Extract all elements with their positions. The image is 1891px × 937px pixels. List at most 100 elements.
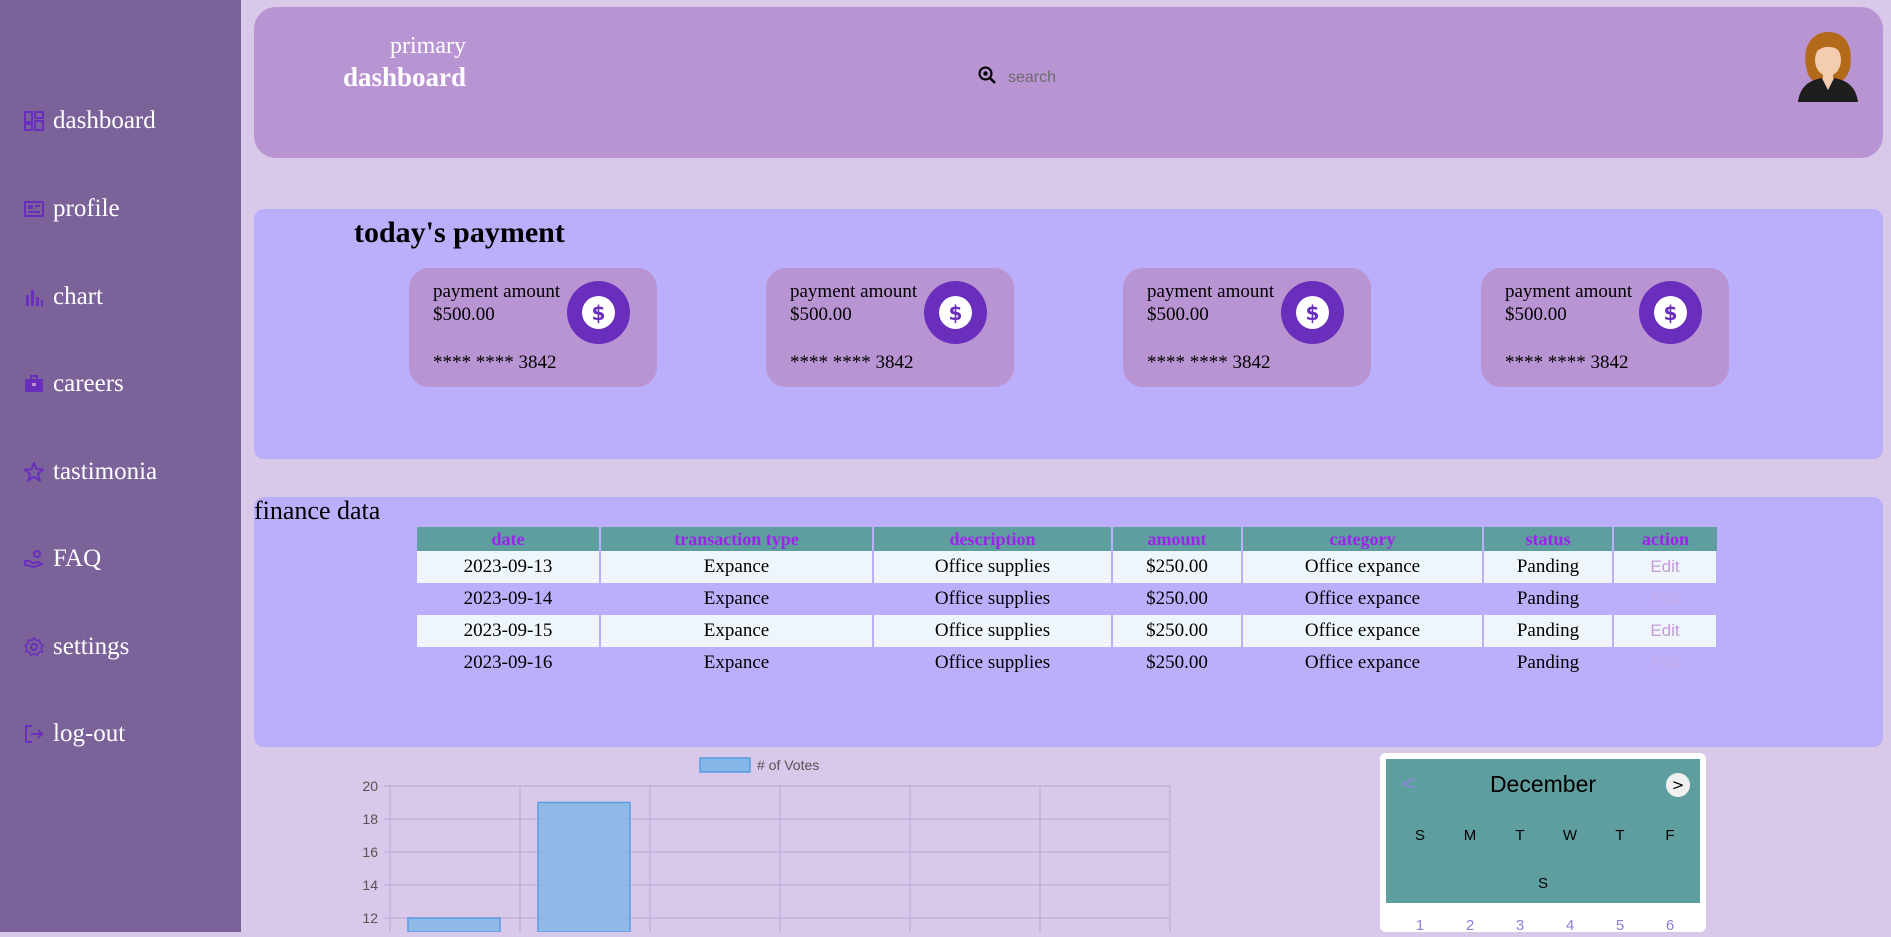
sidebar-item-profile[interactable]: profile xyxy=(24,195,120,223)
finance-panel: finance data date transaction type descr… xyxy=(254,496,1883,747)
table-row: 2023-09-16 Expance Office supplies $250.… xyxy=(417,647,1718,679)
cell-category: Office expance xyxy=(1242,583,1484,615)
sidebar-item-faq[interactable]: FAQ xyxy=(24,545,101,573)
card-number: **** **** 3842 xyxy=(790,352,914,373)
star-icon xyxy=(24,462,44,482)
cell-status: Panding xyxy=(1483,551,1614,583)
card-number: **** **** 3842 xyxy=(1505,352,1629,373)
card-label: payment amount xyxy=(1147,281,1275,302)
top-header: primary dashboard xyxy=(254,7,1883,158)
cell-description: Office supplies xyxy=(873,551,1113,583)
cell-description: Office supplies xyxy=(873,583,1113,615)
y-tick-label: 12 xyxy=(362,910,378,926)
profile-card-icon xyxy=(24,199,44,219)
next-month-button[interactable]: > xyxy=(1666,773,1690,797)
column-header: category xyxy=(1242,527,1484,551)
weekday-label: M xyxy=(1463,827,1477,844)
calendar-date[interactable]: 5 xyxy=(1610,917,1630,932)
y-tick-label: 16 xyxy=(362,844,378,860)
cell-description: Office supplies xyxy=(873,615,1113,647)
y-tick-label: 14 xyxy=(362,877,378,893)
cell-date: 2023-09-15 xyxy=(417,615,601,647)
weekday-label: S xyxy=(1537,875,1548,892)
legend-swatch xyxy=(699,757,751,773)
sidebar-item-label: careers xyxy=(53,370,124,397)
logout-icon xyxy=(24,724,44,744)
card-number: **** **** 3842 xyxy=(1147,352,1271,373)
cell-amount: $250.00 xyxy=(1112,615,1243,647)
search-input[interactable] xyxy=(1006,66,1370,90)
edit-link[interactable]: Edit xyxy=(1613,615,1718,647)
payment-card[interactable]: payment amount $500.00 **** **** 3842 $ xyxy=(1123,268,1371,387)
sidebar-item-label: log-out xyxy=(53,720,126,747)
finance-table: date transaction type description amount… xyxy=(417,527,1718,679)
card-label: payment amount xyxy=(1505,281,1633,302)
edit-link[interactable]: Edit xyxy=(1613,551,1718,583)
weekday-label: W xyxy=(1562,827,1578,844)
y-tick-label: 20 xyxy=(362,778,378,794)
cell-status: Panding xyxy=(1483,647,1614,679)
calendar-header: < December > S M T W T F S xyxy=(1386,759,1700,903)
y-tick-label: 18 xyxy=(362,811,378,827)
sidebar-item-chart[interactable]: chart xyxy=(24,283,103,311)
sidebar-item-dashboard[interactable]: dashboard xyxy=(24,107,156,135)
table-row: 2023-09-14 Expance Office supplies $250.… xyxy=(417,583,1718,615)
calendar-date[interactable]: 3 xyxy=(1510,917,1530,932)
weekday-label: T xyxy=(1515,827,1525,844)
payment-card[interactable]: payment amount $500.00 **** **** 3842 $ xyxy=(1481,268,1729,387)
card-amount: $500.00 xyxy=(790,304,852,325)
weekday-label: T xyxy=(1615,827,1625,844)
sidebar-item-careers[interactable]: careers xyxy=(24,370,124,398)
card-amount: $500.00 xyxy=(1505,304,1567,325)
cell-transaction-type: Expance xyxy=(600,583,874,615)
avatar[interactable] xyxy=(1794,30,1862,102)
search-icon[interactable] xyxy=(978,66,996,84)
calendar-date[interactable]: 1 xyxy=(1410,917,1430,932)
payment-card[interactable]: payment amount $500.00 **** **** 3842 $ xyxy=(409,268,657,387)
cell-amount: $250.00 xyxy=(1112,583,1243,615)
finance-title: finance data xyxy=(254,496,381,525)
sidebar-item-label: dashboard xyxy=(53,107,156,134)
votes-chart: 12 14 16 18 20 # of Votes xyxy=(340,752,1180,933)
payment-title: today's payment xyxy=(354,216,565,249)
calendar-date[interactable]: 2 xyxy=(1460,917,1480,932)
cell-date: 2023-09-16 xyxy=(417,647,601,679)
brand-subtitle: primary xyxy=(390,33,466,59)
dollar-icon: $ xyxy=(1639,281,1702,344)
table-header-row: date transaction type description amount… xyxy=(417,527,1717,551)
calendar-date[interactable]: 6 xyxy=(1660,917,1680,932)
weekday-label: S xyxy=(1414,827,1425,844)
briefcase-icon xyxy=(24,374,44,394)
chart-svg: 12 14 16 18 20 # of Votes xyxy=(362,757,1171,933)
cell-date: 2023-09-13 xyxy=(417,551,601,583)
payment-card[interactable]: payment amount $500.00 **** **** 3842 $ xyxy=(766,268,1014,387)
dashboard-icon xyxy=(24,111,44,131)
sidebar-item-label: settings xyxy=(53,633,130,660)
payment-panel: today's payment payment amount $500.00 *… xyxy=(254,209,1883,459)
dollar-icon: $ xyxy=(567,281,630,344)
sidebar-item-tastimonia[interactable]: tastimonia xyxy=(24,458,157,486)
cell-category: Office expance xyxy=(1242,615,1484,647)
sidebar-item-log-out[interactable]: log-out xyxy=(24,720,125,748)
brand-title: dashboard xyxy=(342,62,466,92)
cell-date: 2023-09-14 xyxy=(417,583,601,615)
sidebar-item-label: chart xyxy=(53,283,103,310)
card-amount: $500.00 xyxy=(433,304,495,325)
edit-link[interactable]: Edit xyxy=(1613,583,1718,615)
sidebar-item-settings[interactable]: settings xyxy=(24,633,129,661)
weekday-label: F xyxy=(1665,827,1675,844)
cell-transaction-type: Expance xyxy=(600,615,874,647)
column-header: amount xyxy=(1112,527,1243,551)
column-header: description xyxy=(873,527,1113,551)
dollar-icon: $ xyxy=(924,281,987,344)
cell-transaction-type: Expance xyxy=(600,551,874,583)
sidebar-item-label: profile xyxy=(53,195,120,222)
sidebar-item-label: FAQ xyxy=(53,545,102,572)
column-header: action xyxy=(1613,527,1717,551)
cell-amount: $250.00 xyxy=(1112,647,1243,679)
calendar-date[interactable]: 4 xyxy=(1560,917,1580,932)
cell-amount: $250.00 xyxy=(1112,551,1243,583)
edit-link[interactable]: Edit xyxy=(1613,647,1718,679)
column-header: date xyxy=(417,527,601,551)
cell-description: Office supplies xyxy=(873,647,1113,679)
